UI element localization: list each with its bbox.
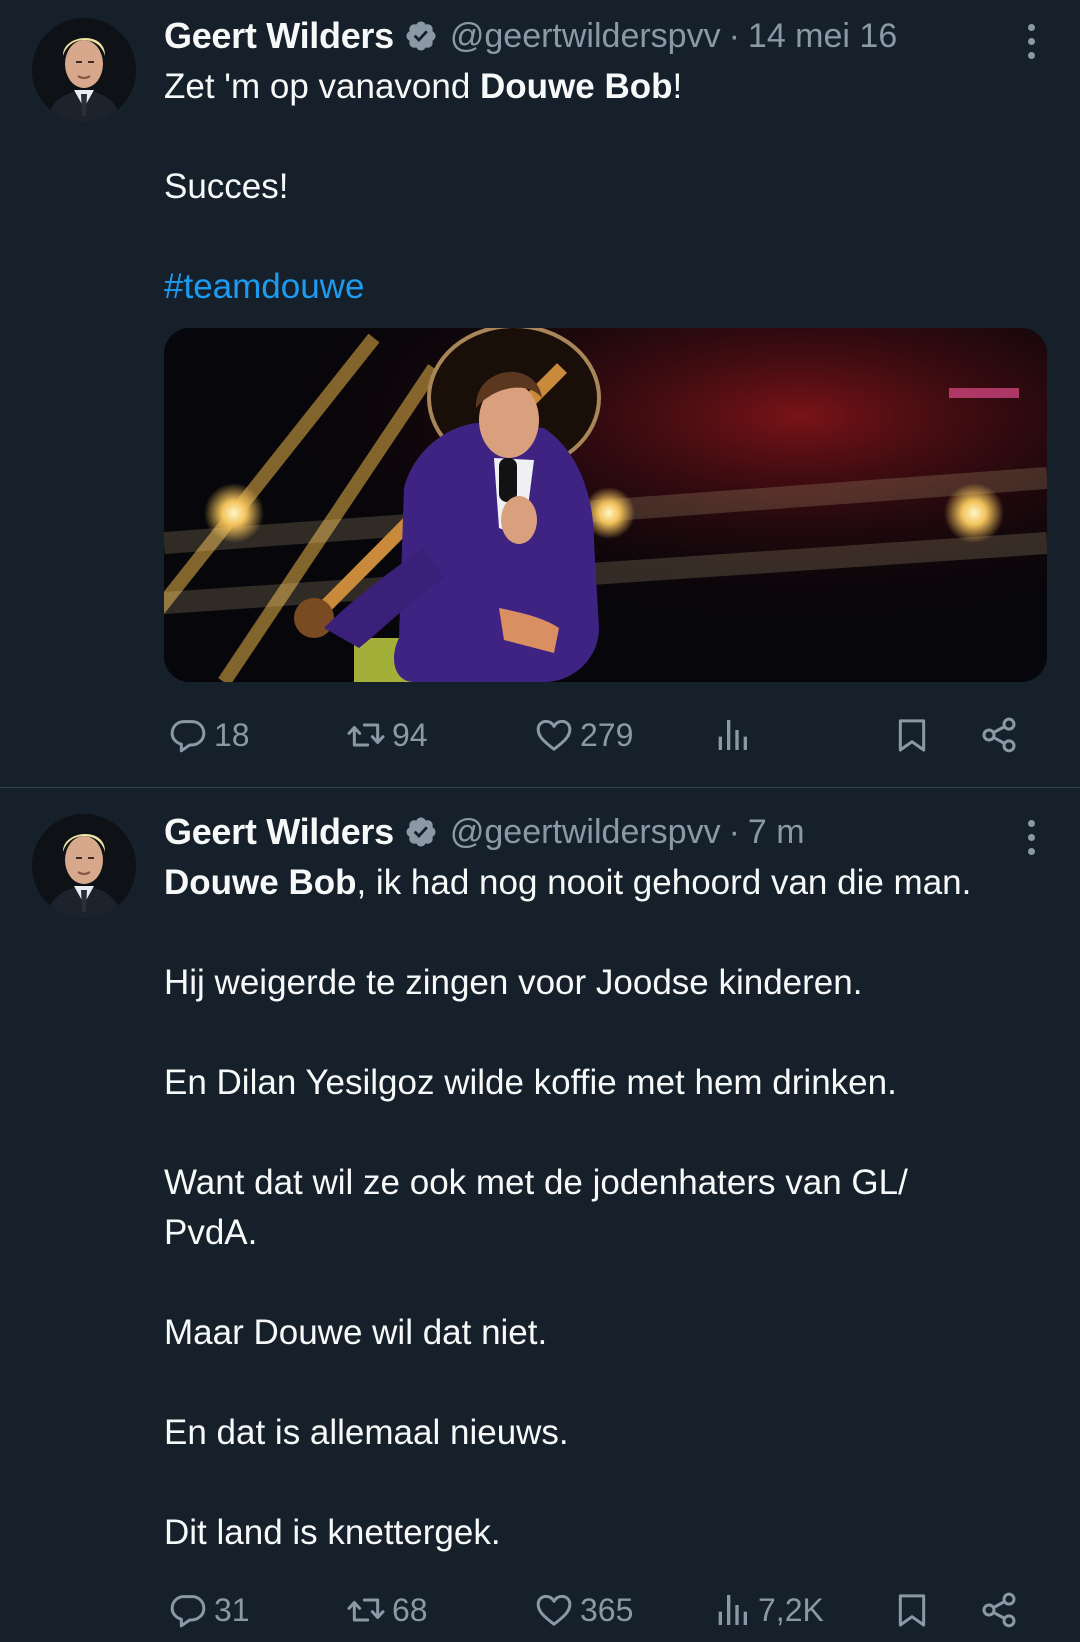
author-name[interactable]: Geert Wilders	[164, 15, 394, 57]
text-line: En Dilan Yesilgoz wilde koffie met hem d…	[164, 1063, 897, 1102]
retweet-icon	[346, 1590, 386, 1630]
performer-photo	[164, 328, 1047, 682]
text-line: En dat is allemaal nieuws.	[164, 1413, 569, 1452]
verified-badge-icon	[404, 815, 438, 849]
text-segment: !	[672, 67, 683, 106]
like-count: 279	[580, 716, 634, 753]
reply-icon	[168, 715, 208, 755]
hashtag-link[interactable]: #teamdouwe	[164, 267, 364, 306]
share-icon	[979, 715, 1019, 755]
author-handle[interactable]: @geertwilderspvv	[450, 17, 721, 56]
text-line: Hij weigerde te zingen voor Joodse kinde…	[164, 963, 863, 1002]
tweet-image[interactable]	[164, 328, 1047, 682]
reply-icon	[168, 1590, 208, 1630]
action-bar: 31 68 365 7,2K	[164, 1586, 1044, 1634]
bookmark-button[interactable]	[892, 711, 932, 759]
tweet[interactable]: Geert Wilders @geertwilderspvv · 14 mei …	[0, 0, 1080, 788]
tweet-header: Geert Wilders @geertwilderspvv · 14 mei …	[164, 12, 980, 60]
share-button[interactable]	[979, 711, 1019, 759]
text-line: Maar Douwe wil dat niet.	[164, 1313, 548, 1352]
reply-button[interactable]: 31	[168, 1586, 250, 1634]
like-count: 365	[580, 1591, 634, 1628]
like-icon	[534, 715, 574, 755]
tweet-header: Geert Wilders @geertwilderspvv · 7 m	[164, 808, 980, 856]
author-handle[interactable]: @geertwilderspvv	[450, 813, 721, 852]
timestamp[interactable]: 7 m	[748, 813, 805, 852]
text-line: Succes!	[164, 167, 289, 206]
text-line: Want dat wil ze ook met de jodenhaters v…	[164, 1163, 908, 1202]
tweet[interactable]: Geert Wilders @geertwilderspvv · 7 m Dou…	[0, 788, 1080, 1642]
verified-badge-icon	[404, 19, 438, 53]
avatar[interactable]	[32, 18, 136, 122]
bookmark-icon	[892, 715, 932, 755]
author-name[interactable]: Geert Wilders	[164, 811, 394, 853]
reply-button[interactable]: 18	[168, 711, 250, 759]
text-bold: Douwe Bob	[480, 67, 673, 106]
text-line: Dit land is knettergek.	[164, 1513, 501, 1552]
reply-count: 18	[214, 716, 250, 753]
timestamp[interactable]: 14 mei 16	[748, 17, 897, 56]
retweet-button[interactable]: 68	[346, 1586, 428, 1634]
retweet-count: 68	[392, 1591, 428, 1628]
like-button[interactable]: 365	[534, 1586, 633, 1634]
text-line: PvdA.	[164, 1213, 258, 1252]
share-button[interactable]	[979, 1586, 1019, 1634]
more-icon[interactable]	[1024, 17, 1038, 65]
tweet-text: Douwe Bob, ik had nog nooit gehoord van …	[164, 858, 1044, 1558]
retweet-count: 94	[392, 716, 428, 753]
views-button[interactable]: 7,2K	[712, 1586, 824, 1634]
separator: ·	[728, 16, 740, 55]
retweet-icon	[346, 715, 386, 755]
views-icon	[712, 1590, 752, 1630]
text-segment: , ik had nog nooit gehoord van die man.	[356, 863, 972, 902]
share-icon	[979, 1590, 1019, 1630]
like-icon	[534, 1590, 574, 1630]
bookmark-button[interactable]	[892, 1586, 932, 1634]
separator: ·	[728, 812, 740, 851]
retweet-button[interactable]: 94	[346, 711, 428, 759]
views-button[interactable]	[712, 711, 752, 759]
text-segment: Zet 'm op vanavond	[164, 67, 481, 106]
views-icon	[712, 715, 752, 755]
text-bold: Douwe Bob	[164, 863, 357, 902]
bookmark-icon	[892, 1590, 932, 1630]
like-button[interactable]: 279	[534, 711, 633, 759]
tweet-text: Zet 'm op vanavond Douwe Bob! Succes! #t…	[164, 62, 1044, 312]
avatar[interactable]	[32, 814, 136, 918]
views-count: 7,2K	[758, 1591, 824, 1628]
action-bar: 18 94 279	[164, 711, 1044, 759]
reply-count: 31	[214, 1591, 250, 1628]
more-icon[interactable]	[1024, 813, 1038, 861]
